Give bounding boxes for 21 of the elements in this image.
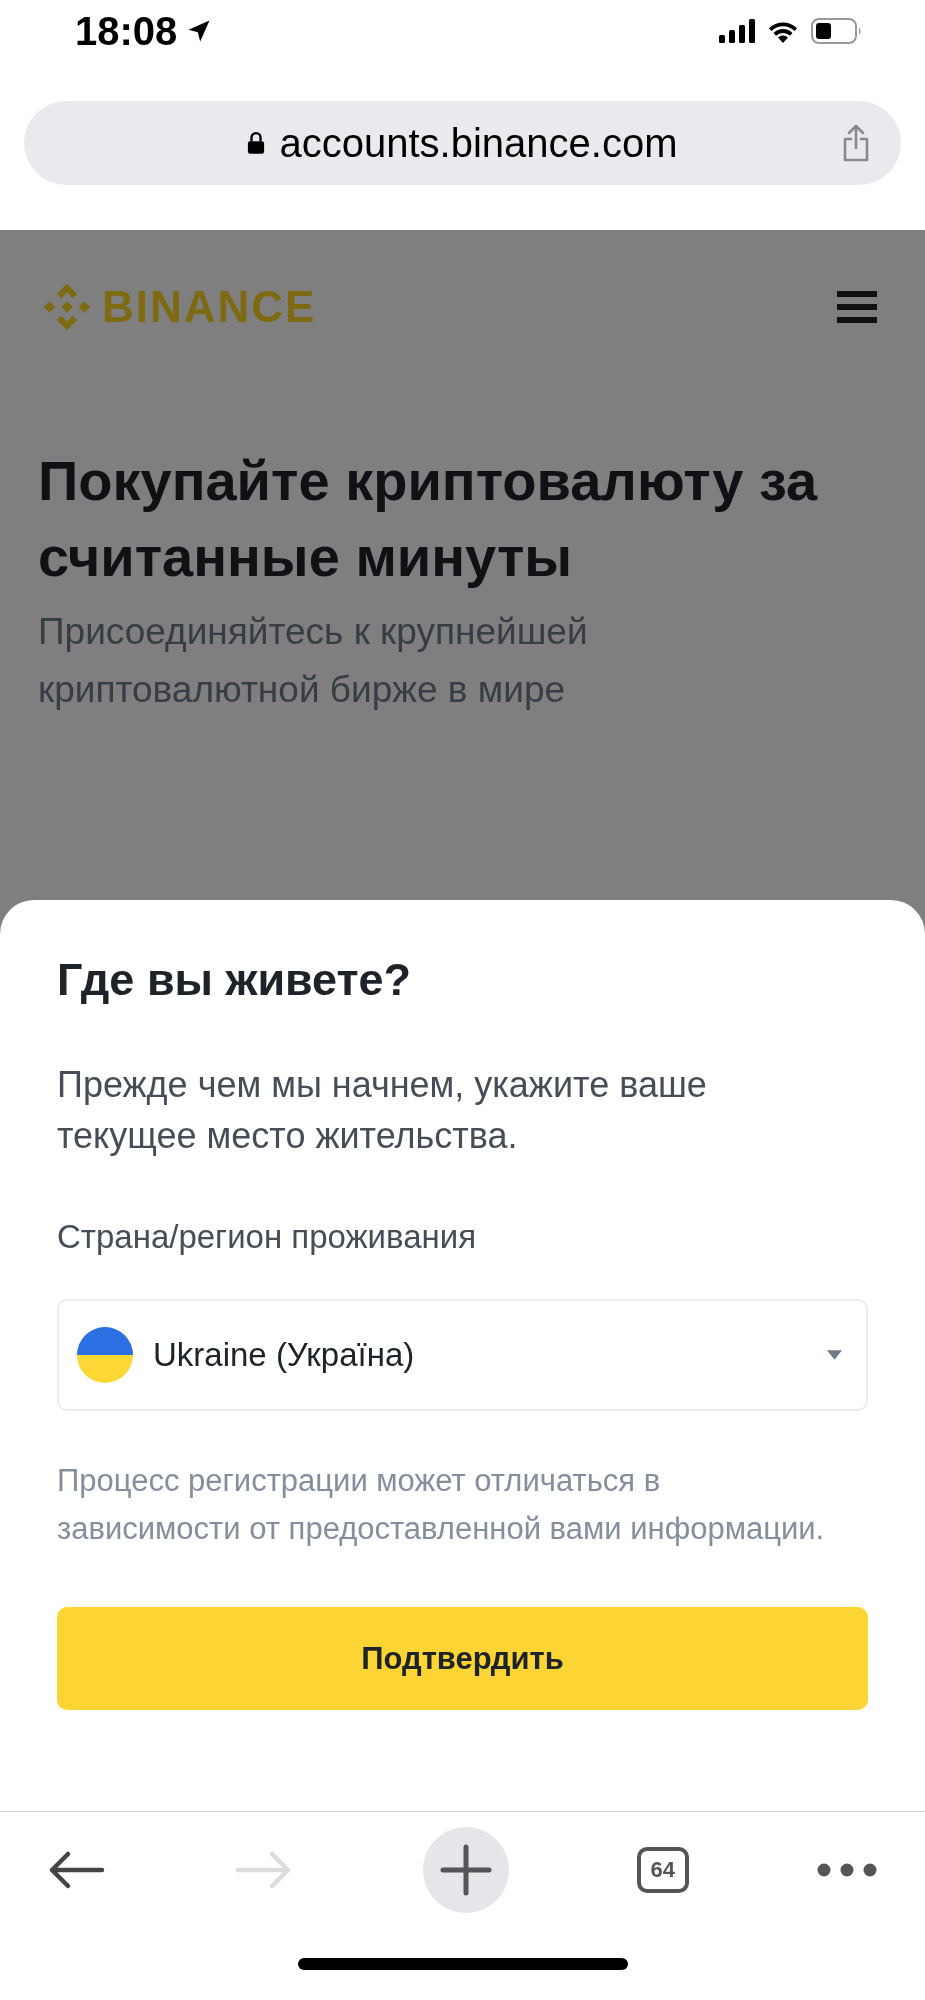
battery-icon	[811, 18, 863, 44]
flag-icon	[77, 1327, 133, 1383]
tabs-button[interactable]: 64	[636, 1846, 689, 1893]
dialog-title: Где вы живете?	[57, 953, 413, 1007]
share-icon[interactable]	[841, 124, 871, 162]
status-time: 18:08	[75, 8, 178, 54]
menu-icon[interactable]	[837, 288, 877, 325]
subtitle: Присоединяйтесь к крупнейшей криптовалютной бирже в мире	[38, 610, 589, 712]
dialog-description: Прежде чем мы начнем, укажите ваше текущее место жительства.	[57, 1063, 708, 1158]
caret-icon	[827, 1350, 842, 1360]
confirm-button[interactable]: Подтвердить	[57, 1607, 868, 1710]
signal-icon	[719, 19, 755, 43]
more-icon[interactable]	[817, 1862, 877, 1877]
note-text: Процесс регистрации может отличаться в зависимости от предоставленной вами информации.	[57, 1462, 826, 1548]
logo-text: BINANCE	[102, 281, 317, 332]
new-tab-icon[interactable]	[422, 1826, 509, 1913]
country-select[interactable]: Ukraine (Україна)	[57, 1299, 868, 1411]
headline: Покупайте криптовалюту за считанные минуты	[38, 448, 819, 590]
lock-icon	[247, 131, 266, 155]
address-bar[interactable]: accounts.binance.com	[24, 101, 901, 185]
field-label: Страна/регион проживания	[57, 1217, 478, 1257]
